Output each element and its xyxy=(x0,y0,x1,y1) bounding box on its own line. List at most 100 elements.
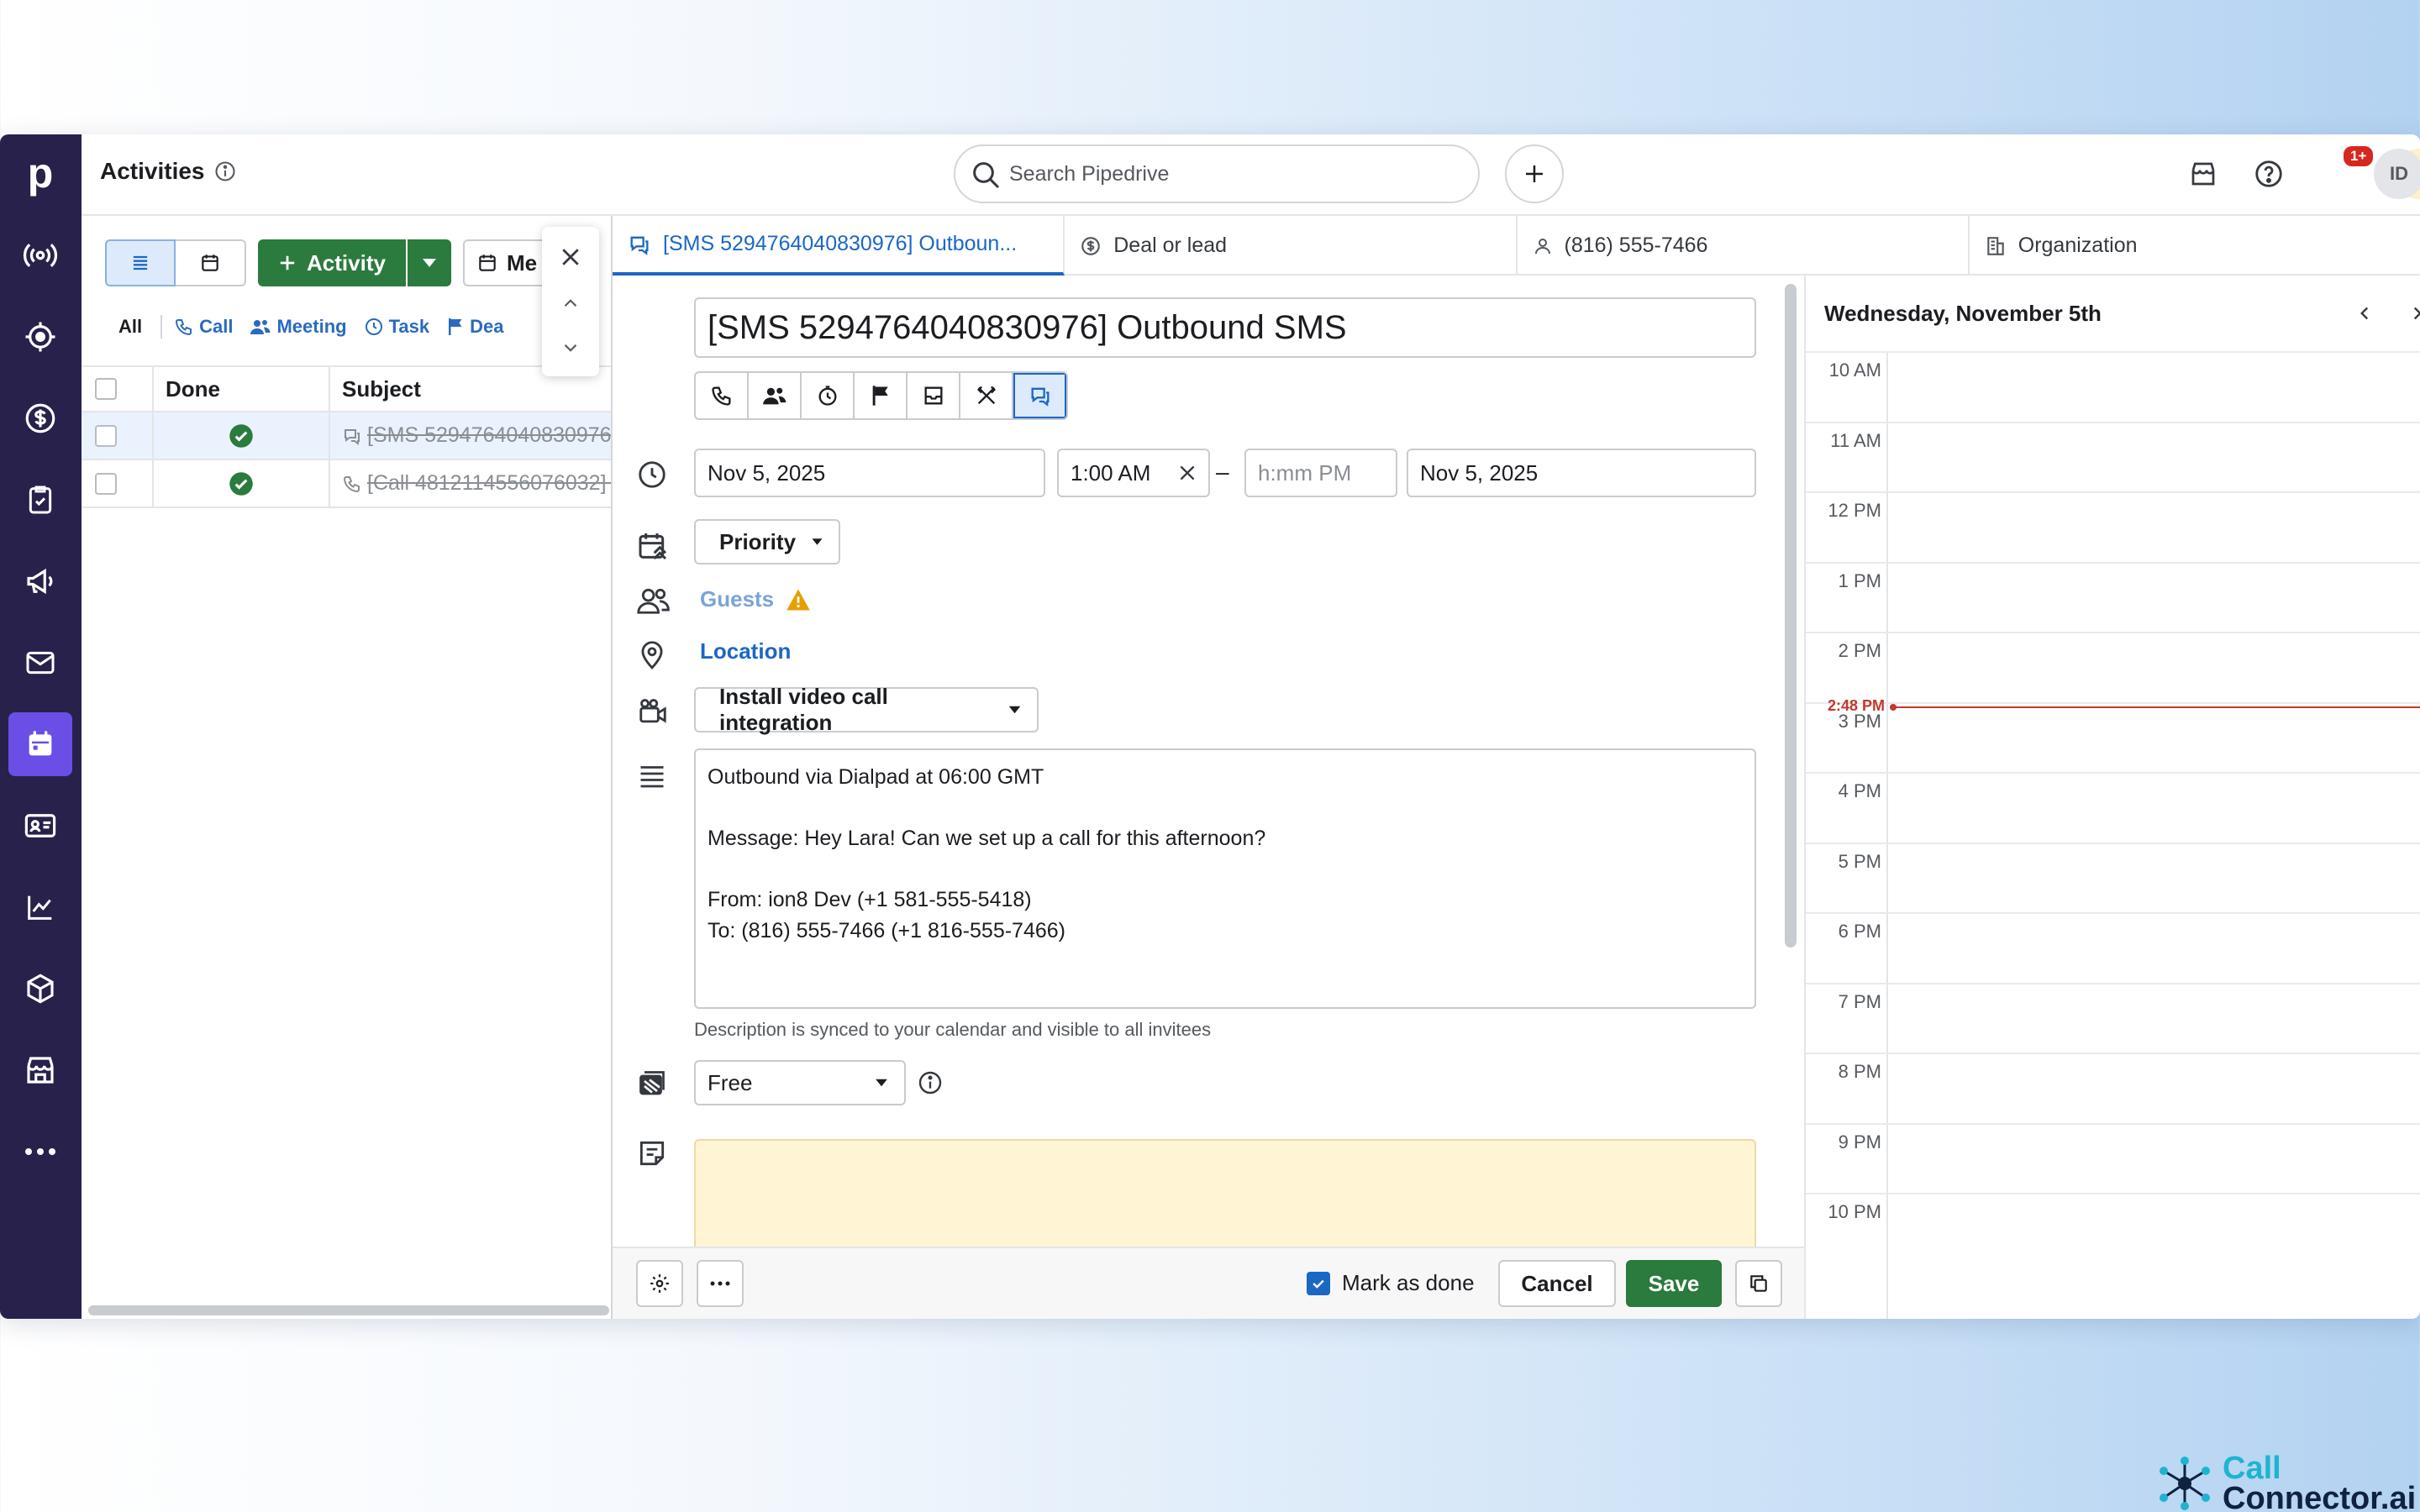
flag-icon xyxy=(872,386,888,406)
select-all-checkbox[interactable] xyxy=(95,378,117,400)
end-date-input[interactable]: Nov 5, 2025 xyxy=(1407,449,1756,497)
list-view-toggle[interactable] xyxy=(105,239,176,286)
type-call-button[interactable] xyxy=(696,373,749,418)
callconnector-logo-icon xyxy=(2160,1457,2210,1510)
callconnector-brand: Call Connector.ai xyxy=(2155,1452,2417,1512)
brand-line2: Connector.ai xyxy=(2223,1481,2417,1512)
tab-person[interactable]: (816) 555-7466 xyxy=(1518,216,1970,276)
activities-calendar-icon[interactable] xyxy=(8,712,72,776)
row-checkbox[interactable] xyxy=(95,472,117,495)
hour-label: 4 PM xyxy=(1838,780,1881,801)
type-meeting-button[interactable] xyxy=(749,373,802,418)
more-options-button[interactable] xyxy=(697,1260,744,1307)
add-activity-dropdown[interactable] xyxy=(408,239,451,286)
filter-all[interactable]: All xyxy=(118,316,142,338)
settings-button[interactable] xyxy=(636,1260,683,1307)
sms-icon xyxy=(345,428,360,445)
filter-deadline[interactable]: Dea xyxy=(446,316,503,338)
people-icon xyxy=(250,320,271,334)
description-line: Outbound via Dialpad at 06:00 GMT xyxy=(708,765,1044,789)
mark-as-done-checkbox[interactable]: Mark as done xyxy=(1307,1270,1475,1296)
add-activity-button[interactable]: Activity xyxy=(258,239,406,286)
info-icon[interactable] xyxy=(213,160,237,183)
busy-info-icon[interactable] xyxy=(917,1069,944,1096)
type-task-button[interactable] xyxy=(802,373,855,418)
save-button[interactable]: Save xyxy=(1626,1260,1722,1307)
filter-meeting[interactable]: Meeting xyxy=(250,316,347,338)
activity-title-input[interactable]: [SMS 5294764040830976] Outbound SMS xyxy=(694,297,1756,358)
tab-organization-label: Organization xyxy=(2018,234,2138,257)
done-check-icon[interactable] xyxy=(229,423,254,449)
start-time-input[interactable]: 1:00 AM xyxy=(1057,449,1210,497)
tasks-icon[interactable] xyxy=(8,468,72,532)
deals-icon[interactable] xyxy=(8,386,72,450)
done-check-icon[interactable] xyxy=(229,471,254,496)
filter-task-label: Task xyxy=(388,316,430,337)
tab-activity[interactable]: [SMS 5294764040830976] Outboun... xyxy=(613,216,1065,276)
linked-tabs: [SMS 5294764040830976] Outboun... Deal o… xyxy=(613,216,2420,276)
hour-label: 9 PM xyxy=(1838,1131,1881,1152)
mail-icon[interactable] xyxy=(8,631,72,695)
campaigns-icon[interactable] xyxy=(8,549,72,613)
chevron-up-icon[interactable] xyxy=(560,292,581,314)
user-avatar[interactable]: ID xyxy=(2374,149,2420,199)
table-row[interactable]: [Call 4812114556076032] Outbound Call xyxy=(82,460,746,508)
start-time-value: 1:00 AM xyxy=(1071,459,1151,486)
busy-status-dropdown[interactable]: Free xyxy=(694,1060,906,1105)
column-subject[interactable]: Subject xyxy=(342,376,421,402)
caret-down-icon xyxy=(812,538,823,545)
form-vertical-scrollbar[interactable] xyxy=(1785,284,1797,948)
calendar-header: Wednesday, November 5th xyxy=(1806,276,2420,351)
horizontal-scrollbar[interactable] xyxy=(88,1305,609,1315)
activities-list-pane: Activity Me All Call Meeting Task Dea Do… xyxy=(82,216,766,1319)
chevron-down-icon[interactable] xyxy=(560,337,581,359)
contacts-icon[interactable] xyxy=(8,794,72,858)
marketplace-store-icon[interactable] xyxy=(2182,153,2224,195)
table-row[interactable]: [SMS 5294764040830976] Outbound SMS xyxy=(82,412,766,460)
time-range-dash: – xyxy=(1216,459,1229,485)
marketplace-icon[interactable] xyxy=(8,1038,72,1102)
editor-footer: Mark as done Cancel Save xyxy=(613,1247,1804,1319)
activity-form: [SMS 5294764040830976] Outbound SMS Nov … xyxy=(613,276,1804,1263)
target-icon[interactable] xyxy=(8,305,72,369)
more-icon[interactable] xyxy=(8,1120,72,1184)
duplicate-button[interactable] xyxy=(1735,1260,1782,1307)
cancel-button[interactable]: Cancel xyxy=(1498,1260,1616,1307)
chevron-right-icon[interactable] xyxy=(2407,302,2420,324)
type-sms-button[interactable] xyxy=(1013,373,1066,418)
quick-add-button[interactable] xyxy=(1505,144,1564,203)
pipedrive-logo[interactable]: p xyxy=(18,151,62,195)
help-icon[interactable] xyxy=(2248,153,2290,195)
description-textarea[interactable]: Outbound via Dialpad at 06:00 GMT Messag… xyxy=(694,748,1756,1009)
chevron-left-icon[interactable] xyxy=(2354,302,2375,324)
column-done[interactable]: Done xyxy=(166,376,220,402)
description-line: Message: Hey Lara! Can we set up a call … xyxy=(708,827,1266,850)
phone-icon xyxy=(711,386,730,406)
close-icon[interactable] xyxy=(558,244,583,270)
insights-icon[interactable] xyxy=(8,875,72,939)
row-checkbox[interactable] xyxy=(95,424,117,447)
start-date-input[interactable]: Nov 5, 2025 xyxy=(694,449,1045,497)
guests-label: Guests xyxy=(700,586,775,612)
type-deadline-button[interactable] xyxy=(855,373,908,418)
clear-time-icon[interactable] xyxy=(1176,462,1198,484)
search-input[interactable]: Search Pipedrive xyxy=(954,144,1480,203)
end-time-input[interactable]: h:mm PM xyxy=(1244,449,1397,497)
filter-task[interactable]: Task xyxy=(364,316,430,338)
guests-field[interactable]: Guests xyxy=(700,586,811,612)
leads-icon[interactable] xyxy=(8,223,72,287)
deal-icon xyxy=(1081,236,1101,255)
type-email-button[interactable] xyxy=(908,373,960,418)
note-textarea[interactable] xyxy=(694,1139,1756,1263)
products-icon[interactable] xyxy=(8,957,72,1021)
priority-dropdown[interactable]: Priority xyxy=(694,519,840,564)
type-lunch-button[interactable] xyxy=(960,373,1013,418)
hour-label: 2 PM xyxy=(1838,640,1881,661)
tab-organization[interactable]: Organization xyxy=(1970,216,2420,276)
calendar-view-toggle[interactable] xyxy=(176,239,246,286)
calendar-grid[interactable]: 10 AM 11 AM 12 PM 1 PM 2 PM 3 PM 4 PM 5 PM 6 PM 7… xyxy=(1806,351,2420,1319)
location-field[interactable]: Location xyxy=(700,638,791,664)
video-integration-dropdown[interactable]: Install video call integration xyxy=(694,684,1039,735)
tab-deal[interactable]: Deal or lead xyxy=(1065,216,1518,276)
filter-call[interactable]: Call xyxy=(174,316,233,338)
